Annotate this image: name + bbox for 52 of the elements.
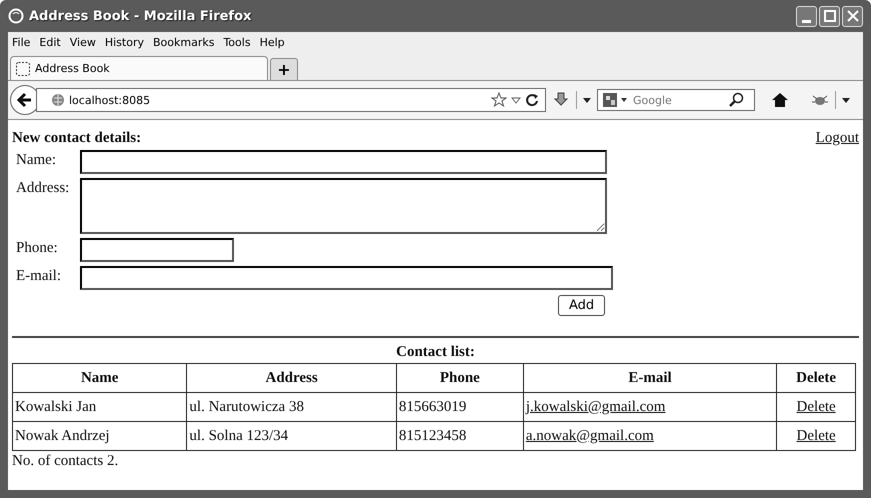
table-cell: ul. Narutowicza 38 bbox=[186, 392, 396, 422]
column-header: Name bbox=[12, 364, 187, 392]
home-icon[interactable] bbox=[771, 92, 789, 108]
menu-item[interactable]: View bbox=[68, 36, 103, 48]
window-title: Address Book - Mozilla Firefox bbox=[29, 8, 252, 24]
browser-tab[interactable]: Address Book bbox=[10, 56, 268, 80]
contact-count: No. of contacts 2. bbox=[12, 453, 120, 470]
browser-logo-icon bbox=[8, 8, 24, 24]
table-cell: ul. Solna 123/34 bbox=[186, 422, 396, 450]
star-icon[interactable] bbox=[491, 92, 507, 108]
maximize-button[interactable] bbox=[819, 6, 840, 26]
search-engine-icon[interactable] bbox=[602, 92, 628, 108]
close-button[interactable] bbox=[842, 6, 863, 26]
field-label: Phone: bbox=[16, 239, 59, 257]
page-icon bbox=[15, 60, 31, 76]
menu-item[interactable]: History bbox=[102, 36, 151, 48]
reload-icon[interactable] bbox=[525, 93, 539, 107]
column-header: Phone bbox=[396, 364, 524, 392]
form-heading: New contact details: bbox=[12, 130, 142, 147]
search-box[interactable]: Google bbox=[597, 89, 755, 111]
column-header: Delete bbox=[776, 364, 856, 392]
input-field[interactable] bbox=[80, 266, 613, 290]
dropdown-icon[interactable] bbox=[583, 96, 591, 104]
input-field[interactable] bbox=[80, 178, 607, 234]
table-cell: 815663019 bbox=[396, 392, 524, 422]
list-title: Contact list: bbox=[395, 344, 476, 361]
bug-icon[interactable] bbox=[811, 93, 829, 107]
input-field[interactable] bbox=[80, 238, 234, 262]
minimize-button[interactable] bbox=[796, 6, 817, 26]
field-label: E-mail: bbox=[16, 267, 62, 285]
menu-item[interactable]: File bbox=[10, 36, 38, 48]
menu-item[interactable]: Bookmarks bbox=[150, 36, 222, 48]
address-bar[interactable]: localhost:8085 bbox=[36, 88, 546, 112]
menu-item[interactable]: Help bbox=[258, 36, 292, 48]
dropdown-icon[interactable] bbox=[842, 96, 850, 104]
table-cell: Kowalski Jan bbox=[12, 392, 187, 422]
add-button[interactable]: Add bbox=[558, 295, 606, 316]
menu-item[interactable]: Tools bbox=[221, 36, 258, 48]
column-header: Address bbox=[186, 364, 396, 392]
menu-item[interactable]: Edit bbox=[37, 36, 68, 48]
globe-icon bbox=[51, 93, 65, 107]
search-icon[interactable] bbox=[728, 92, 744, 108]
column-header: E-mail bbox=[523, 364, 777, 392]
new-tab-button[interactable]: + bbox=[270, 58, 298, 80]
back-arrow-icon bbox=[16, 91, 34, 109]
field-label: Name: bbox=[16, 151, 57, 169]
table-cell: Nowak Andrzej bbox=[12, 422, 187, 450]
logout-link[interactable]: Logout bbox=[816, 130, 859, 147]
minimize-icon bbox=[802, 20, 811, 22]
table-cell: 815123458 bbox=[396, 422, 524, 450]
input-field[interactable] bbox=[80, 150, 607, 174]
field-label: Address: bbox=[16, 179, 70, 197]
